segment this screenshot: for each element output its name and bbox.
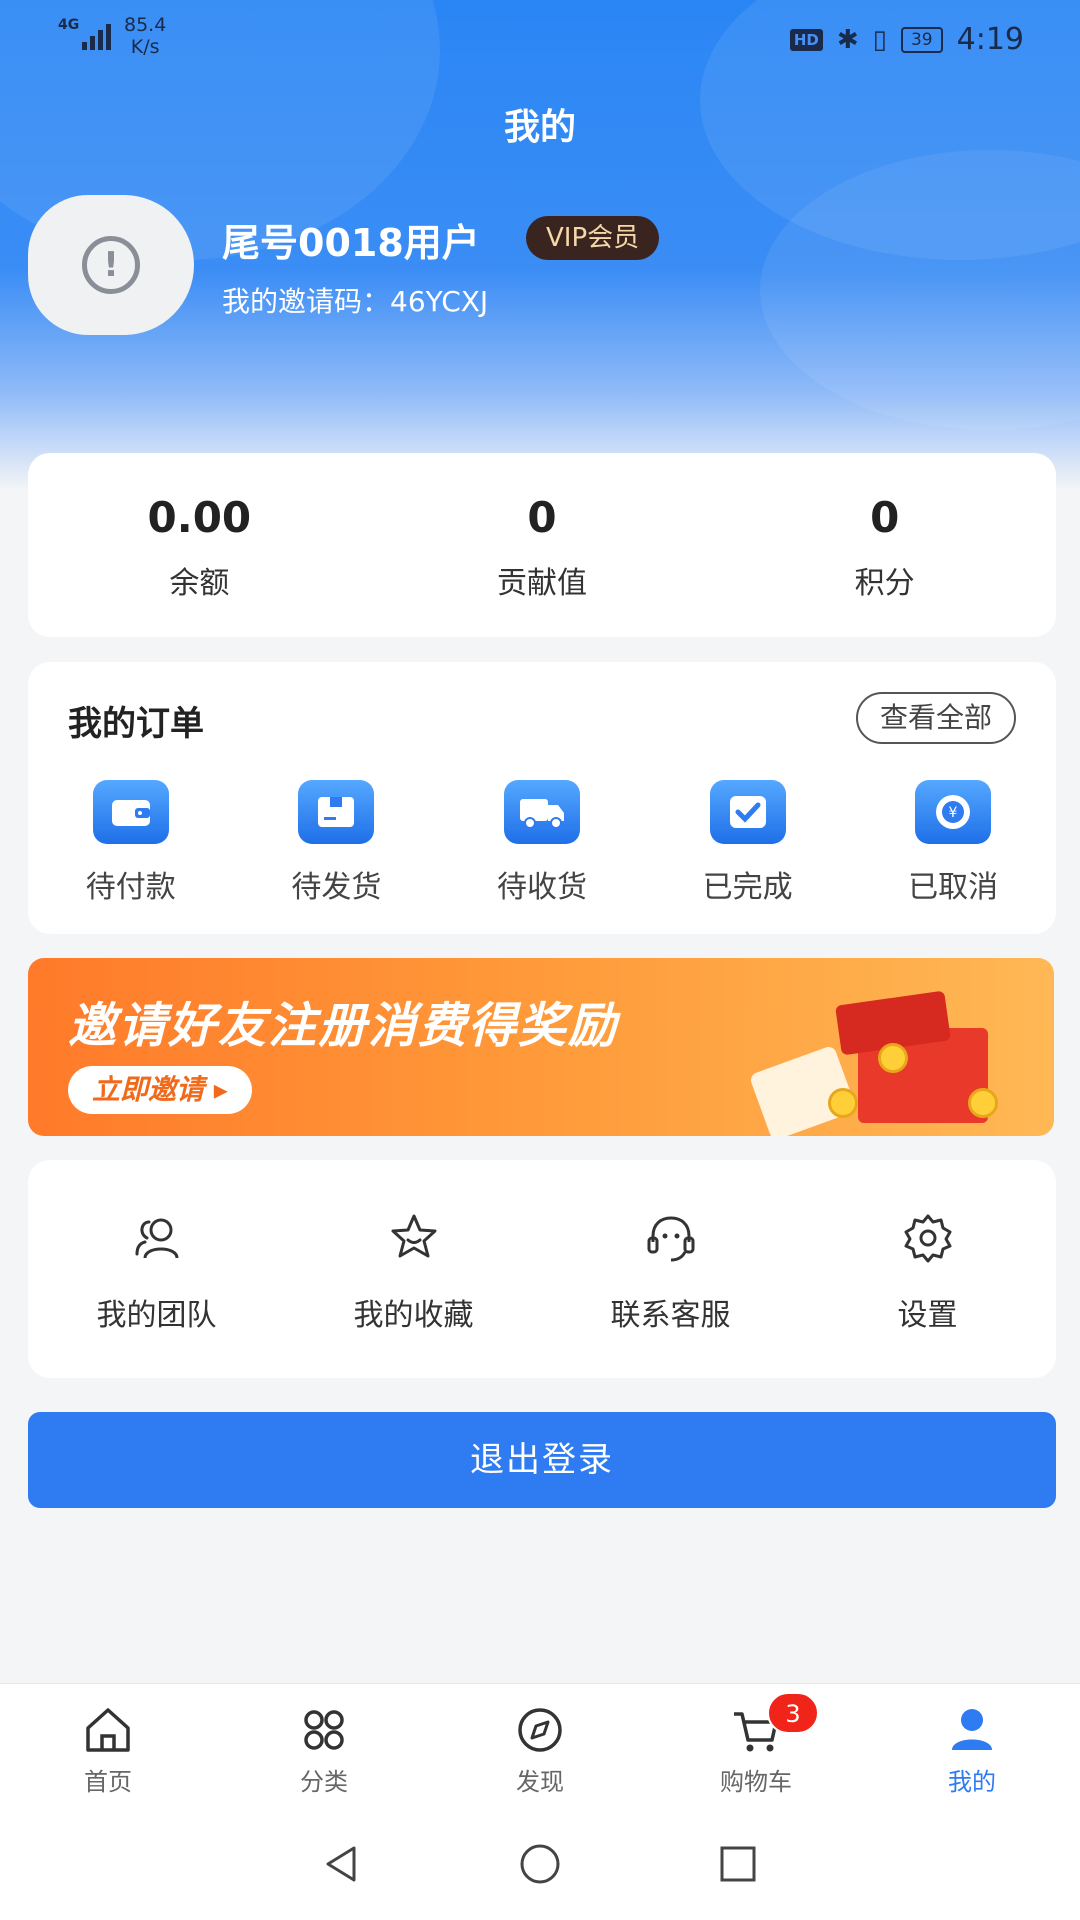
- recent-apps-icon[interactable]: [714, 1840, 762, 1888]
- order-pending-shipment[interactable]: 待发货: [234, 780, 440, 906]
- stats-card: 0.00 余额 0 贡献值 0 积分: [28, 453, 1056, 637]
- tool-label: 我的团队: [96, 1298, 217, 1333]
- order-completed[interactable]: 已完成: [645, 780, 851, 906]
- logout-button[interactable]: 退出登录: [28, 1412, 1056, 1508]
- box-icon: [298, 780, 375, 844]
- stat-contribution[interactable]: 0 贡献值: [371, 453, 714, 637]
- invite-now-button[interactable]: 立即邀请 ▸: [68, 1066, 252, 1114]
- check-icon: [709, 780, 786, 844]
- tab-home[interactable]: 首页: [0, 1684, 216, 1807]
- user-name: 尾号0018用户: [222, 221, 480, 265]
- orders-card: 我的订单 查看全部 待付款 待发货 待收货 已完成 ¥ 已取消: [28, 662, 1056, 934]
- order-pending-receipt[interactable]: 待收货: [439, 780, 645, 906]
- home-icon: [86, 1708, 130, 1752]
- my-team-button[interactable]: 我的团队: [28, 1160, 285, 1378]
- page-title: 我的: [503, 107, 576, 148]
- battery-icon: 39: [900, 26, 943, 53]
- view-all-orders-button[interactable]: 查看全部: [855, 692, 1016, 744]
- bottom-tab-bar: 首页 分类 发现 购物车 3 我的: [0, 1683, 1080, 1807]
- my-favorites-button[interactable]: 我的收藏: [285, 1160, 542, 1378]
- tab-label: 首页: [84, 1768, 132, 1796]
- order-label: 待收货: [496, 870, 587, 905]
- truck-icon: [503, 780, 580, 844]
- tool-label: 设置: [897, 1298, 958, 1333]
- tab-discover[interactable]: 发现: [432, 1684, 648, 1807]
- status-bar: 4G 85.4 K/s HD ✱ ▯ 39 4:19: [0, 0, 1080, 80]
- stat-value: 0: [870, 493, 900, 542]
- stat-label: 积分: [854, 566, 915, 601]
- invite-code: 我的邀请码：46YCXJ: [222, 285, 489, 318]
- invite-banner[interactable]: 邀请好友注册消费得奖励 立即邀请 ▸: [28, 958, 1054, 1136]
- cart-count-badge: 3: [767, 1692, 819, 1734]
- stat-balance[interactable]: 0.00 余额: [28, 453, 371, 637]
- compass-icon: [518, 1708, 562, 1752]
- tab-category[interactable]: 分类: [216, 1684, 432, 1807]
- order-label: 已取消: [908, 870, 999, 905]
- tool-label: 我的收藏: [353, 1298, 474, 1333]
- system-nav-bar: [0, 1807, 1080, 1920]
- hd-icon: HD: [789, 28, 823, 51]
- order-pending-payment[interactable]: 待付款: [28, 780, 234, 906]
- tab-label: 分类: [300, 1768, 348, 1796]
- gift-illustration: [748, 988, 998, 1136]
- category-icon: [304, 1710, 344, 1750]
- gear-icon: [904, 1214, 951, 1263]
- order-label: 已完成: [702, 870, 793, 905]
- network-type: 4G: [58, 17, 80, 33]
- tab-mine[interactable]: 我的: [864, 1684, 1080, 1807]
- wallet-icon: [92, 780, 169, 844]
- vip-badge: VIP会员: [526, 216, 660, 260]
- order-label: 待发货: [291, 870, 382, 905]
- order-label: 待付款: [85, 870, 176, 905]
- user-icon: [952, 1709, 992, 1750]
- stat-label: 贡献值: [497, 566, 587, 601]
- signal-icon: [82, 22, 111, 50]
- tab-label: 我的: [948, 1768, 996, 1796]
- stat-value: 0: [527, 493, 557, 542]
- tab-label: 购物车: [720, 1768, 792, 1796]
- vibrate-icon: ▯: [872, 24, 887, 55]
- orders-title: 我的订单: [68, 704, 204, 744]
- team-icon: [135, 1218, 178, 1259]
- svg-text:¥: ¥: [949, 805, 958, 821]
- alert-icon: !: [82, 236, 140, 294]
- refund-icon: ¥: [915, 780, 992, 844]
- headset-icon: [647, 1216, 694, 1262]
- tab-cart[interactable]: 购物车 3: [648, 1684, 864, 1807]
- tool-label: 联系客服: [610, 1298, 731, 1333]
- contact-support-button[interactable]: 联系客服: [542, 1160, 799, 1378]
- order-cancelled[interactable]: ¥ 已取消: [850, 780, 1056, 906]
- stat-points[interactable]: 0 积分: [713, 453, 1056, 637]
- network-speed: 85.4 K/s: [124, 14, 167, 58]
- banner-headline: 邀请好友注册消费得奖励: [68, 998, 619, 1054]
- stat-label: 余额: [169, 566, 230, 601]
- avatar[interactable]: !: [28, 195, 194, 335]
- settings-button[interactable]: 设置: [799, 1160, 1056, 1378]
- back-icon[interactable]: [318, 1840, 366, 1888]
- tools-card: 我的团队 我的收藏 联系客服 设置: [28, 1160, 1056, 1378]
- home-circle-icon[interactable]: [516, 1840, 564, 1888]
- clock: 4:19: [956, 22, 1024, 57]
- stat-value: 0.00: [147, 493, 252, 542]
- tab-label: 发现: [516, 1768, 564, 1796]
- star-icon: [391, 1214, 436, 1258]
- bluetooth-icon: ✱: [836, 24, 859, 55]
